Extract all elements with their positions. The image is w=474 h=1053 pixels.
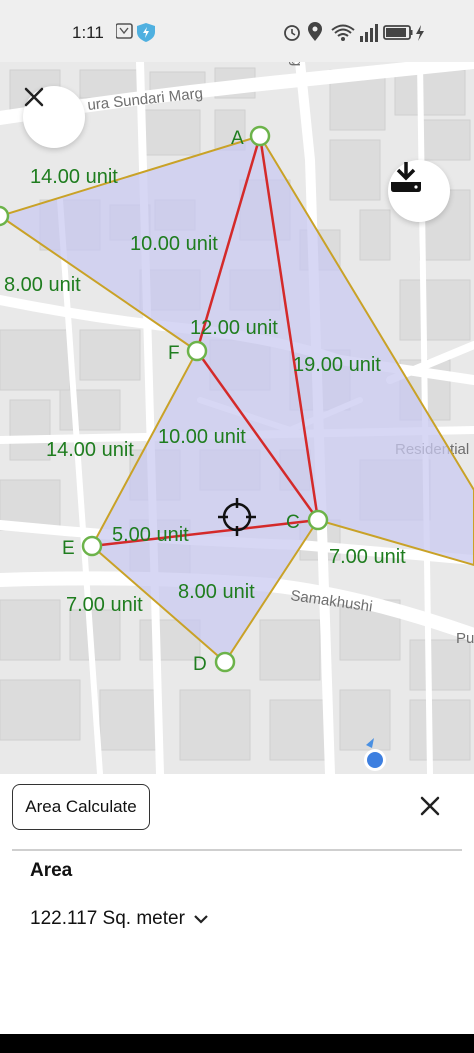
wifi-icon — [331, 24, 355, 37]
system-status-icons — [284, 22, 424, 42]
segment-length-label: 14.00 unit — [30, 166, 118, 188]
signal-icon — [360, 24, 378, 42]
segment-length-label: 5.00 unit — [112, 524, 189, 546]
download-button[interactable] — [388, 160, 450, 222]
charging-icon — [416, 25, 424, 41]
segment-length-label: 8.00 unit — [178, 581, 255, 603]
area-title: Area — [30, 860, 73, 881]
street-label: g — [288, 62, 305, 66]
segment-length-label: 14.00 unit — [46, 439, 134, 461]
status-bar: 1:11 — [0, 0, 474, 62]
area-panel: Area Calculate Area 122.117 Sq. meter — [0, 774, 474, 1034]
vertex-label-a: A — [231, 128, 244, 149]
area-calculate-button[interactable]: Area Calculate — [12, 784, 150, 830]
street-label: Pu — [456, 630, 474, 647]
navigation-bar — [0, 1034, 474, 1053]
segment-length-label: 10.00 unit — [158, 426, 246, 448]
close-icon — [420, 796, 440, 816]
download-icon — [391, 162, 421, 192]
vertex-d[interactable] — [214, 651, 236, 673]
segment-length-label: 8.00 unit — [4, 274, 81, 296]
vertex-left[interactable] — [0, 205, 10, 227]
status-time: 1:11 — [72, 23, 104, 42]
vertex-a[interactable] — [249, 125, 271, 147]
close-panel-button[interactable] — [412, 788, 448, 824]
segment-length-label: 19.00 unit — [293, 354, 381, 376]
map-view[interactable]: ura Sundari Marg Residential Samakhushi … — [0, 62, 474, 774]
segment-length-label: 12.00 unit — [190, 317, 278, 339]
vertex-f[interactable] — [186, 340, 208, 362]
nfc-icon — [116, 23, 155, 42]
vertex-label-d: D — [193, 654, 207, 675]
close-icon — [24, 87, 44, 107]
chevron-down-icon — [194, 915, 208, 924]
vertex-e[interactable] — [81, 535, 103, 557]
divider — [12, 849, 462, 851]
segment-length-label: 7.00 unit — [66, 594, 143, 616]
vertex-c[interactable] — [307, 509, 329, 531]
area-unit-dropdown[interactable]: 122.117 Sq. meter — [30, 908, 209, 930]
segment-length-label: 7.00 unit — [329, 546, 406, 568]
close-map-button[interactable] — [23, 86, 85, 148]
area-value: 122.117 Sq. meter — [30, 908, 185, 929]
segment-length-label: 10.00 unit — [130, 233, 218, 255]
vertex-label-f: F — [168, 343, 180, 364]
vertex-label-c: C — [286, 512, 300, 533]
vertex-label-e: E — [62, 538, 75, 559]
